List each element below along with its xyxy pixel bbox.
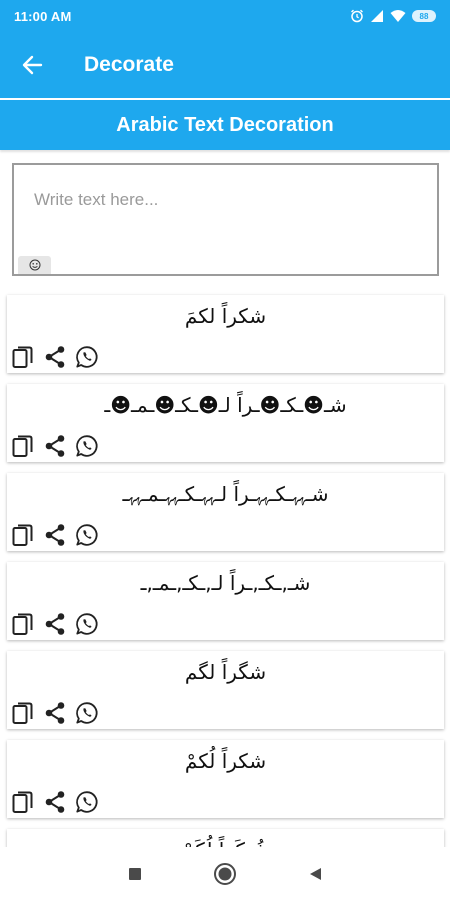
system-nav-bar — [0, 847, 450, 900]
section-header-title: Arabic Text Decoration — [116, 113, 334, 136]
whatsapp-icon — [76, 702, 98, 724]
decorated-text: شکراً لُکمْ — [184, 749, 267, 773]
whatsapp-share-button[interactable] — [75, 701, 99, 725]
whatsapp-icon — [76, 524, 98, 546]
card-actions — [11, 345, 99, 369]
decorated-text-list: شكراً لكمَ شـ☻ـكـ☻ـراً لـ☻ـكـ☻ـمـ☻ـ شـﮩﮩـك… — [0, 292, 450, 847]
share-button[interactable] — [43, 612, 67, 636]
section-header: Arabic Text Decoration — [0, 100, 450, 150]
app-bar: Decorate — [0, 32, 450, 98]
home-button[interactable] — [180, 847, 270, 900]
decorated-text-card: شـ,ـكـ,ـراً لـ,ـكـ,ـمـ,ـ — [7, 562, 444, 640]
share-button[interactable] — [43, 701, 67, 725]
share-button[interactable] — [43, 790, 67, 814]
card-actions — [11, 434, 99, 458]
copy-button[interactable] — [11, 523, 35, 547]
decorated-text-card: شکراً لُکمْ — [7, 740, 444, 818]
emoji-button[interactable] — [18, 256, 51, 274]
whatsapp-icon — [76, 435, 98, 457]
copy-button[interactable] — [11, 612, 35, 636]
signal-icon — [371, 10, 383, 22]
whatsapp-share-button[interactable] — [75, 790, 99, 814]
card-actions — [11, 612, 99, 636]
triangle-back-icon — [310, 867, 321, 880]
share-icon — [45, 613, 65, 635]
copy-icon — [12, 791, 33, 813]
alarm-icon — [351, 9, 363, 23]
copy-icon — [12, 435, 33, 457]
decorated-text: شكراً لكمَ — [184, 304, 267, 328]
copy-icon — [12, 613, 33, 635]
decorated-text: شـ☻ـكـ☻ـراً لـ☻ـكـ☻ـمـ☻ـ — [104, 393, 347, 417]
share-icon — [45, 702, 65, 724]
recents-button[interactable] — [90, 847, 180, 900]
emoji-icon — [29, 259, 40, 271]
back-button[interactable] — [0, 32, 64, 98]
decorated-text-card: شـﮩﮩـكـﮩﮩـراً لـﮩﮩـكـﮩﮩـمـﮩﮩـ — [7, 473, 444, 551]
whatsapp-share-button[interactable] — [75, 434, 99, 458]
copy-icon — [12, 524, 33, 546]
decorated-text-card: شـ☻ـكـ☻ـراً لـ☻ـكـ☻ـمـ☻ـ — [7, 384, 444, 462]
decorated-text: شـﮩﮩـكـﮩﮩـراً لـﮩﮩـكـﮩﮩـمـﮩﮩـ — [122, 482, 329, 506]
card-actions — [11, 523, 99, 547]
whatsapp-share-button[interactable] — [75, 345, 99, 369]
card-actions — [11, 701, 99, 725]
status-icons: 88 — [350, 9, 436, 23]
text-input-box — [12, 163, 439, 276]
copy-icon — [12, 346, 33, 368]
share-icon — [45, 524, 65, 546]
share-button[interactable] — [43, 434, 67, 458]
copy-button[interactable] — [11, 345, 35, 369]
decorated-text: شـ,ـكـ,ـراً لـ,ـكـ,ـمـ,ـ — [140, 571, 311, 595]
copy-button[interactable] — [11, 434, 35, 458]
share-icon — [45, 435, 65, 457]
whatsapp-share-button[interactable] — [75, 612, 99, 636]
wifi-icon — [390, 10, 406, 22]
copy-button[interactable] — [11, 790, 35, 814]
decorated-text-card: شگراً لگم — [7, 651, 444, 729]
copy-button[interactable] — [11, 701, 35, 725]
share-icon — [45, 346, 65, 368]
battery-indicator: 88 — [412, 10, 436, 22]
decorated-text: شُـكَراً لُكَمْ — [7, 835, 444, 847]
copy-icon — [12, 702, 33, 724]
arrow-left-icon — [22, 55, 43, 75]
share-button[interactable] — [43, 523, 67, 547]
decorated-text: شگراً لگم — [184, 660, 267, 684]
whatsapp-icon — [76, 613, 98, 635]
share-icon — [45, 791, 65, 813]
page-title: Decorate — [84, 53, 174, 76]
circle-icon — [214, 862, 236, 885]
decorated-text-card: شكراً لكمَ — [7, 295, 444, 373]
share-button[interactable] — [43, 345, 67, 369]
status-time: 11:00 AM — [14, 8, 72, 24]
whatsapp-icon — [76, 346, 98, 368]
status-bar: 11:00 AM 88 — [0, 0, 450, 32]
decorated-text-card: شُـكَراً لُكَمْ — [7, 829, 444, 847]
card-actions — [11, 790, 99, 814]
square-icon — [129, 867, 141, 880]
whatsapp-share-button[interactable] — [75, 523, 99, 547]
text-input[interactable] — [34, 185, 414, 215]
whatsapp-icon — [76, 791, 98, 813]
nav-back-button[interactable] — [270, 847, 360, 900]
